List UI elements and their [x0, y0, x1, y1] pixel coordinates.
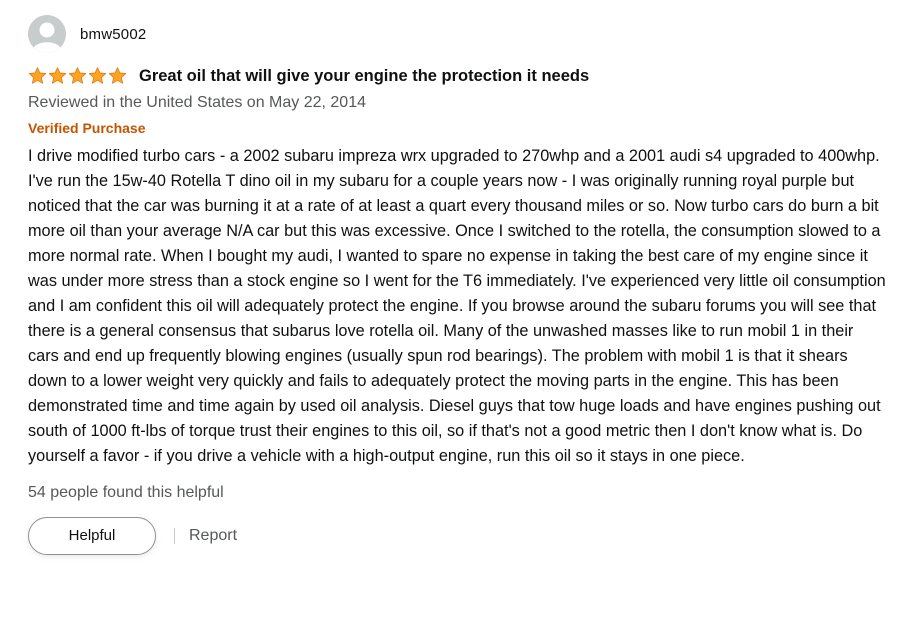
reviewer-name[interactable]: bmw5002: [80, 26, 146, 43]
helpful-count: 54 people found this helpful: [28, 484, 224, 501]
reviewer-profile[interactable]: bmw5002: [28, 14, 888, 54]
action-divider: [174, 528, 175, 544]
review-body: I drive modified turbo cars - a 2002 sub…: [28, 147, 886, 465]
review-card: bmw5002 Great oil that will give your en…: [28, 14, 888, 555]
star-icon: [88, 67, 107, 85]
star-icon: [48, 67, 67, 85]
default-avatar-icon: [28, 15, 66, 53]
review-title[interactable]: Great oil that will give your engine the…: [139, 67, 589, 86]
review-title-row: Great oil that will give your engine the…: [28, 64, 888, 88]
star-icon: [108, 67, 127, 85]
star-icon: [68, 67, 87, 85]
helpful-button[interactable]: Helpful: [28, 517, 156, 555]
star-rating[interactable]: [28, 67, 127, 85]
star-icon: [28, 67, 47, 85]
report-link[interactable]: Report: [189, 517, 237, 555]
review-date: Reviewed in the United States on May 22,…: [28, 94, 366, 111]
review-actions: Helpful Report: [28, 517, 888, 555]
avatar[interactable]: [28, 15, 66, 53]
verified-purchase-badge[interactable]: Verified Purchase: [28, 118, 888, 138]
